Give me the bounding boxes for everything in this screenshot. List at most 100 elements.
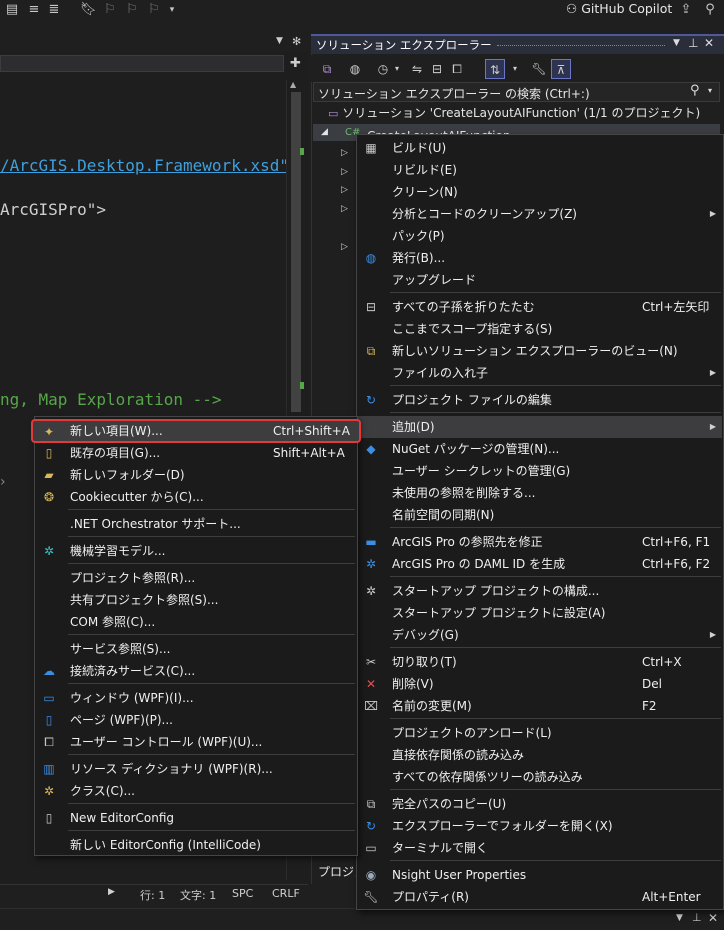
collapsed-icon[interactable]: ▷ [341, 242, 349, 252]
settings-icon[interactable]: ✻ [292, 35, 301, 48]
context-menu-item[interactable]: ユーザー シークレットの管理(G) [358, 460, 722, 482]
context-menu-item[interactable]: 🔧︎ プロパティ(R) Alt+Enter [358, 886, 722, 908]
add-menu-item[interactable]: ▥ リソース ディクショナリ (WPF)(R)... [36, 758, 356, 780]
add-menu-item[interactable]: 新しい EditorConfig (IntelliCode) [36, 834, 356, 856]
add-menu-item[interactable]: プロジェクト参照(R)... [36, 567, 356, 589]
add-menu-item[interactable]: COM 参照(C)... [36, 611, 356, 633]
toolbar-overflow-icon[interactable]: ▾ [164, 2, 180, 18]
collapse-all-icon[interactable]: ⊟ [427, 59, 447, 79]
line-ending-indicator[interactable]: CRLF [272, 887, 300, 900]
context-menu-item[interactable]: すべての依存関係ツリーの読み込み [358, 766, 722, 788]
context-menu-item[interactable]: スタートアップ プロジェクトに設定(A) [358, 602, 722, 624]
panel-dropdown-icon[interactable]: ▼ [673, 38, 680, 48]
add-menu-item[interactable]: ▭ ウィンドウ (WPF)(I)... [36, 687, 356, 709]
context-menu-item[interactable]: ファイルの入れ子 ▶ [358, 362, 722, 384]
add-menu-item[interactable]: .NET Orchestrator サポート... [36, 513, 356, 535]
context-menu-item[interactable]: ↻ プロジェクト ファイルの編集 [358, 389, 722, 411]
pending-changes-icon[interactable]: ⇅ [485, 59, 505, 79]
context-menu-item[interactable]: ⊟ すべての子孫を折りたたむ Ctrl+左矢印 [358, 296, 722, 318]
context-menu-item[interactable]: 追加(D) ▶ [358, 416, 722, 438]
collapsed-icon[interactable]: ▷ [341, 167, 349, 177]
context-menu-item[interactable]: ✂ 切り取り(T) Ctrl+X [358, 651, 722, 673]
preview-icon[interactable]: ⊼ [551, 59, 571, 79]
scrollbar-thumb[interactable] [291, 92, 301, 412]
add-menu-item[interactable]: ✲ クラス(C)... [36, 780, 356, 802]
copilot-button[interactable]: ⚇ GitHub Copilot [566, 0, 672, 20]
wrench-icon[interactable]: 🔧︎ [529, 59, 549, 79]
context-menu-item[interactable]: ✲ ArcGIS Pro の DAML ID を生成 Ctrl+F6, F2 [358, 553, 722, 575]
outdent-icon[interactable]: ≣ [46, 2, 62, 18]
context-menu-item[interactable]: 直接依存関係の読み込み [358, 744, 722, 766]
add-menu-item[interactable]: ⧠ ユーザー コントロール (WPF)(U)... [36, 731, 356, 753]
scroll-up-icon[interactable]: ▲ [290, 80, 300, 89]
context-menu-item[interactable]: クリーン(N) [358, 181, 722, 203]
document-icon[interactable]: ▤ [4, 2, 20, 18]
add-menu-item[interactable]: ✲ 機械学習モデル... [36, 540, 356, 562]
collapsed-icon[interactable]: ▷ [341, 204, 349, 214]
context-menu-item[interactable]: 分析とコードのクリーンアップ(Z) ▶ [358, 203, 722, 225]
admin-icon[interactable]: ⚲ [702, 2, 718, 18]
tab-dropdown-icon[interactable]: ▼ [276, 36, 283, 46]
add-menu-item[interactable]: ▯ 既存の項目(G)... Shift+Alt+A [36, 442, 356, 464]
context-menu-item[interactable]: ↻ エクスプローラーでフォルダーを開く(X) [358, 815, 722, 837]
switch-views-icon[interactable]: ⧉ [317, 59, 337, 79]
solution-search-input[interactable]: ソリューション エクスプローラー の検索 (Ctrl+:) ⚲ ▾ [313, 82, 720, 102]
context-menu-item[interactable]: ▭ ターミナルで開く [358, 837, 722, 859]
context-menu-item[interactable]: アップグレード [358, 269, 722, 291]
split-icon[interactable]: ✚ [290, 56, 301, 71]
add-menu-item[interactable]: ▯ ページ (WPF)(P)... [36, 709, 356, 731]
context-menu-item[interactable]: ⧉ 新しいソリューション エクスプローラーのビュー(N) [358, 340, 722, 362]
context-menu-item[interactable]: パック(P) [358, 225, 722, 247]
close-icon[interactable]: ✕ [708, 911, 718, 925]
context-menu-item[interactable]: 名前空間の同期(N) [358, 504, 722, 526]
context-menu-item[interactable]: ここまでスコープ指定する(S) [358, 318, 722, 340]
bookmark-clear-icon[interactable]: ⚐ [146, 2, 162, 18]
share-icon[interactable]: ⇪ [678, 2, 694, 18]
pin-icon[interactable]: ⊥ [692, 911, 702, 924]
context-menu-item[interactable]: ✲ スタートアップ プロジェクトの構成... [358, 580, 722, 602]
add-menu-item[interactable]: 共有プロジェクト参照(S)... [36, 589, 356, 611]
new-item-menu-item[interactable]: ✦ 新しい項目(W)... Ctrl+Shift+A [31, 419, 361, 443]
context-menu-item[interactable]: ⌧ 名前の変更(M) F2 [358, 695, 722, 717]
bookmark-icon[interactable]: 🔖︎ [80, 2, 97, 18]
panel-dropdown-icon[interactable]: ▼ [676, 913, 683, 923]
char-indicator[interactable]: 文字: 1 [180, 887, 216, 903]
collapsed-icon[interactable]: ▷ [341, 185, 349, 195]
search-icon[interactable]: ⚲ [690, 83, 700, 98]
context-menu-item[interactable]: ◆ NuGet パッケージの管理(N)... [358, 438, 722, 460]
add-menu-item[interactable]: サービス参照(S)... [36, 638, 356, 660]
scroll-right-icon[interactable]: ▶ [108, 887, 115, 897]
context-menu-item[interactable]: ◉ Nsight User Properties [358, 864, 722, 886]
add-menu-item[interactable]: ☁ 接続済みサービス(C)... [36, 660, 356, 682]
sync-icon[interactable]: ⇋ [407, 59, 427, 79]
context-menu-item[interactable]: ◍ 発行(B)... [358, 247, 722, 269]
context-menu-item[interactable]: 未使用の参照を削除する... [358, 482, 722, 504]
add-menu-item[interactable]: ▰ 新しいフォルダー(D) [36, 464, 356, 486]
navigation-bar[interactable] [0, 55, 284, 72]
context-menu-item[interactable]: ⧉ 完全パスのコピー(U) [358, 793, 722, 815]
fold-indicator-icon[interactable]: › [0, 474, 6, 490]
show-all-files-icon[interactable]: ⧠ [447, 59, 467, 79]
bookmark-next-icon[interactable]: ⚐ [124, 2, 140, 18]
add-menu-item[interactable]: ▯ New EditorConfig [36, 807, 356, 829]
web-icon[interactable]: ◍ [345, 59, 365, 79]
wrench-icon: 🔧︎ [363, 890, 379, 904]
tree-row-solution[interactable]: ▭ ソリューション 'CreateLayoutAIFunction' (1/1 … [328, 104, 700, 123]
context-menu-item[interactable]: ✕ 削除(V) Del [358, 673, 722, 695]
bookmark-prev-icon[interactable]: ⚐ [102, 2, 118, 18]
whitespace-indicator[interactable]: SPC [232, 887, 253, 900]
context-menu-item[interactable]: リビルド(E) [358, 159, 722, 181]
context-menu-item[interactable]: ▦ ビルド(U) [358, 137, 722, 159]
history-dropdown-icon[interactable]: ▾ [387, 59, 407, 79]
search-options-icon[interactable]: ▾ [708, 86, 712, 95]
add-menu-item[interactable]: ❂ Cookiecutter から(C)... [36, 486, 356, 508]
pin-icon[interactable]: ⊥ [688, 36, 698, 50]
close-icon[interactable]: ✕ [704, 36, 714, 50]
indent-icon[interactable]: ≡ [26, 2, 42, 18]
pending-dropdown-icon[interactable]: ▾ [505, 59, 525, 79]
line-indicator[interactable]: 行: 1 [140, 887, 165, 903]
collapsed-icon[interactable]: ▷ [341, 148, 349, 158]
context-menu-item[interactable]: ▬ ArcGIS Pro の参照先を修正 Ctrl+F6, F1 [358, 531, 722, 553]
context-menu-item[interactable]: デバッグ(G) ▶ [358, 624, 722, 646]
context-menu-item[interactable]: プロジェクトのアンロード(L) [358, 722, 722, 744]
